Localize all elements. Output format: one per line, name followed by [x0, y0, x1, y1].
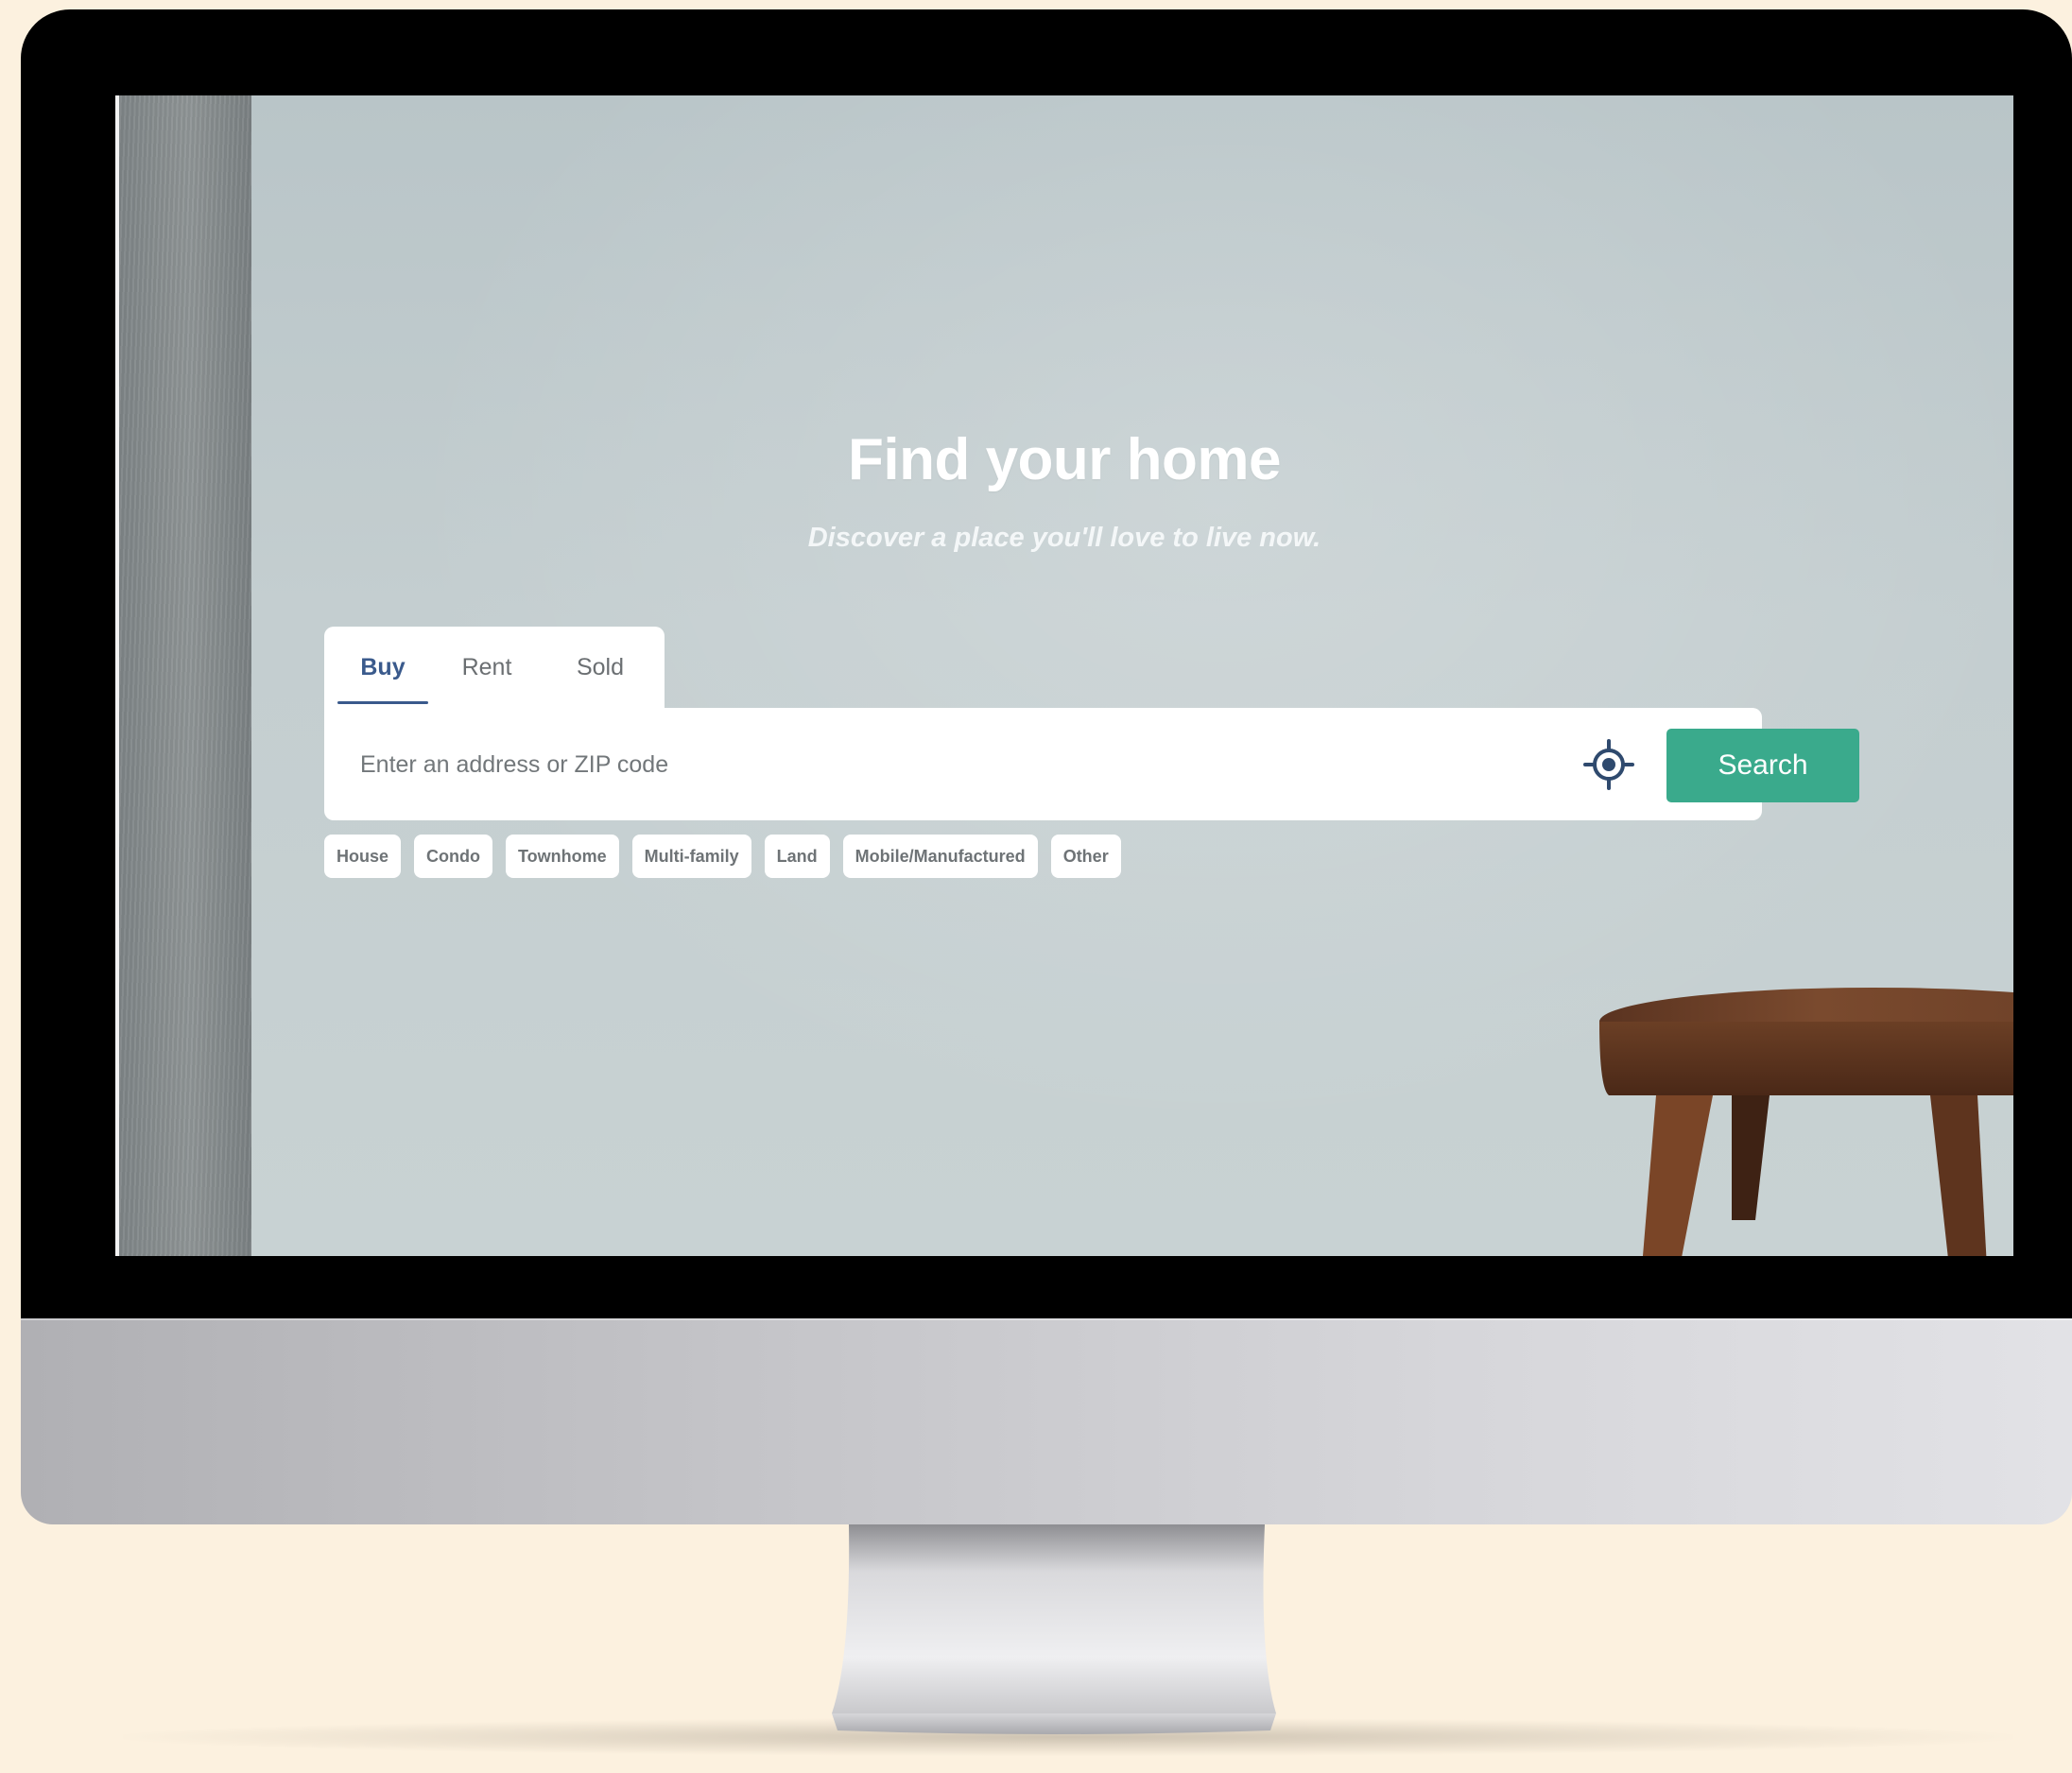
screen: Find your home Discover a place you'll l… — [115, 95, 2013, 1256]
tab-rent[interactable]: Rent — [430, 627, 544, 708]
monitor-stand — [832, 1524, 1276, 1734]
tab-sold[interactable]: Sold — [544, 627, 657, 708]
address-search-input[interactable] — [358, 742, 1402, 787]
search-bar: Search — [324, 708, 1859, 820]
hero-subtitle: Discover a place you'll love to live now… — [807, 523, 1321, 553]
chip-condo[interactable]: Condo — [414, 835, 492, 878]
pillar-edge — [115, 95, 119, 1256]
search-button[interactable]: Search — [1666, 729, 1859, 802]
monitor-chin — [21, 1318, 2072, 1524]
property-type-filters: House Condo Townhome Multi-family Land M… — [324, 835, 1121, 878]
wooden-stool-image — [1599, 988, 2013, 1256]
chip-land[interactable]: Land — [764, 835, 830, 878]
chip-house[interactable]: House — [324, 835, 402, 878]
hero-title: Find your home — [848, 427, 1282, 492]
crosshair-icon[interactable] — [1582, 738, 1635, 791]
tab-buy[interactable]: Buy — [336, 627, 430, 708]
chip-other[interactable]: Other — [1050, 835, 1121, 878]
monitor: Find your home Discover a place you'll l… — [21, 9, 2072, 1524]
chip-multi-family[interactable]: Multi-family — [631, 835, 751, 878]
listing-type-tabs: Buy Rent Sold — [324, 627, 665, 708]
chip-mobile-manufactured[interactable]: Mobile/Manufactured — [842, 835, 1038, 878]
chip-townhome[interactable]: Townhome — [506, 835, 619, 878]
monitor-bezel: Find your home Discover a place you'll l… — [21, 9, 2072, 1318]
background-pillar — [115, 95, 251, 1256]
